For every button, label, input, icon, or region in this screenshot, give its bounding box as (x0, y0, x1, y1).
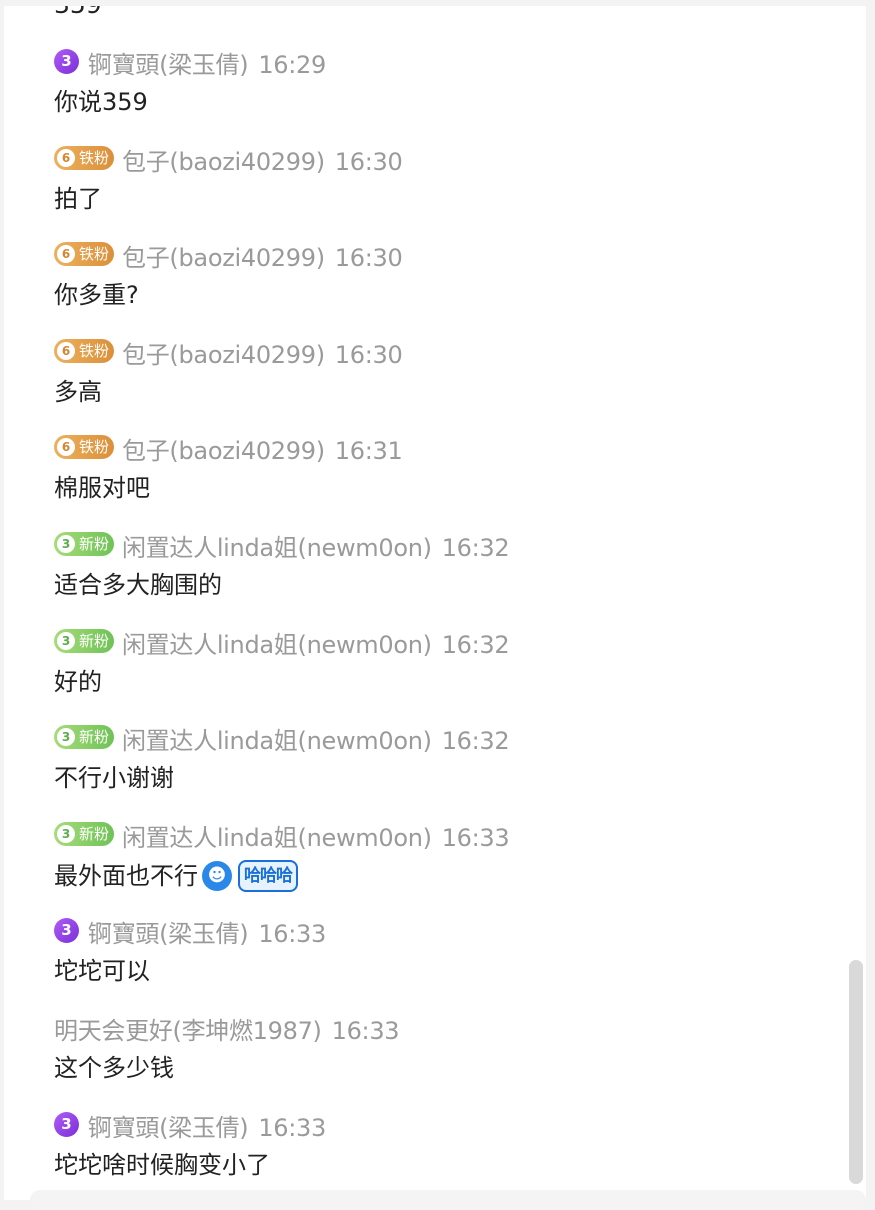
chat-message: 6 铁粉 包子(baozi40299) 16:31 棉服对吧 (54, 435, 403, 503)
fan-level-number: 6 (57, 245, 75, 263)
message-time: 16:32 (441, 631, 510, 659)
message-text: 适合多大胸围的 (54, 571, 222, 599)
message-text: 棉服对吧 (54, 474, 150, 502)
fan-level-number: 6 (57, 438, 75, 456)
message-text: 多高 (54, 378, 102, 406)
fan-level-label: 新粉 (79, 632, 110, 650)
fan-badge-iron: 6 铁粉 (54, 435, 115, 459)
chat-message: 3 新粉 闲置达人linda姐(newm0on) 16:33 最外面也不行 ☻ … (54, 822, 510, 892)
message-time: 16:32 (441, 534, 510, 562)
fan-badge-iron: 6 铁粉 (54, 146, 115, 170)
message-text: 坨坨可以 (54, 957, 150, 985)
sender-name[interactable]: 闲置达人linda姐(newm0on) (122, 823, 432, 853)
fan-level-number: 3 (57, 728, 75, 746)
chat-message: 3 新粉 闲置达人linda姐(newm0on) 16:32 好的 (54, 629, 510, 697)
fan-level-round-icon: 3 (54, 48, 79, 74)
message-text: 你说359 (54, 88, 148, 116)
laughing-crying-emoji-icon: ☻ (202, 861, 232, 891)
fan-level-label: 铁粉 (79, 245, 110, 263)
message-text: 这个多少钱 (54, 1054, 174, 1082)
chat-message: 3 锕寶頭(梁玉倩) 16:33 坨坨可以 (54, 917, 326, 986)
chat-message: 3 新粉 闲置达人linda姐(newm0on) 16:32 适合多大胸围的 (54, 532, 510, 600)
fan-level-label: 新粉 (79, 825, 110, 843)
sender-name[interactable]: 锕寶頭(梁玉倩) (88, 50, 249, 80)
fan-level-label: 新粉 (79, 535, 110, 553)
sender-name[interactable]: 锕寶頭(梁玉倩) (88, 1113, 249, 1143)
fan-level-number: 6 (57, 342, 75, 360)
fan-level-number: 3 (57, 535, 75, 553)
fan-level-round-icon: 3 (54, 917, 79, 943)
sender-name[interactable]: 闲置达人linda姐(newm0on) (122, 630, 432, 660)
chat-message: 3 锕寶頭(梁玉倩) 16:33 坨坨啥时候胸变小了 (54, 1111, 326, 1180)
fan-level-number: 3 (57, 825, 75, 843)
input-bar[interactable] (30, 1190, 866, 1210)
message-time: 16:29 (258, 51, 326, 79)
message-time: 16:32 (441, 727, 510, 755)
sender-name[interactable]: 包子(baozi40299) (122, 147, 325, 177)
message-time: 16:33 (441, 824, 510, 852)
message-time: 16:30 (334, 341, 403, 369)
sender-name[interactable]: 包子(baozi40299) (122, 340, 325, 370)
sender-name[interactable]: 包子(baozi40299) (122, 243, 325, 273)
fan-level-number: 3 (57, 632, 75, 650)
scrollbar-thumb[interactable] (849, 960, 863, 1184)
fan-badge-new: 3 新粉 (54, 532, 115, 556)
sender-name[interactable]: 闲置达人linda姐(newm0on) (122, 533, 432, 563)
message-time: 16:30 (334, 148, 403, 176)
sender-name[interactable]: 明天会更好(李坤燃1987) (54, 1016, 322, 1046)
message-time: 16:31 (334, 437, 403, 465)
fan-badge-iron: 6 铁粉 (54, 339, 115, 363)
fan-badge-new: 3 新粉 (54, 822, 115, 846)
chat-panel: 359 3 锕寶頭(梁玉倩) 16:29 你说359 6 铁粉 包子(baozi… (4, 6, 866, 1200)
chat-message: 6 铁粉 包子(baozi40299) 16:30 你多重? (54, 242, 403, 310)
fan-level-round-icon: 3 (54, 1111, 79, 1137)
message-text-with-stickers: 最外面也不行 ☻ 哈哈哈 (54, 860, 509, 892)
fan-level-label: 新粉 (79, 728, 110, 746)
chat-message: 明天会更好(李坤燃1987) 16:33 这个多少钱 (54, 1016, 400, 1083)
fan-badge-iron: 6 铁粉 (54, 242, 115, 266)
chat-message: 3 新粉 闲置达人linda姐(newm0on) 16:32 不行小谢谢 (54, 725, 510, 793)
message-text: 坨坨啥时候胸变小了 (54, 1151, 270, 1179)
message-time: 16:33 (258, 920, 326, 948)
fan-level-number: 6 (57, 149, 75, 167)
sender-name[interactable]: 闲置达人linda姐(newm0on) (122, 726, 432, 756)
haha-sticker: 哈哈哈 (238, 860, 298, 892)
message-text: 最外面也不行 (54, 862, 198, 890)
message-text: 不行小谢谢 (54, 764, 174, 792)
fan-level-label: 铁粉 (79, 342, 110, 360)
message-text: 拍了 (54, 185, 102, 213)
message-time: 16:33 (258, 1114, 326, 1142)
fan-badge-new: 3 新粉 (54, 629, 115, 653)
chat-message: 6 铁粉 包子(baozi40299) 16:30 拍了 (54, 146, 403, 214)
fan-level-label: 铁粉 (79, 438, 110, 456)
message-time: 16:30 (334, 244, 403, 272)
fan-badge-new: 3 新粉 (54, 725, 115, 749)
chat-message: 6 铁粉 包子(baozi40299) 16:30 多高 (54, 339, 403, 407)
chat-message: 3 锕寶頭(梁玉倩) 16:29 你说359 (54, 48, 326, 117)
message-text: 好的 (54, 668, 102, 696)
sender-name[interactable]: 包子(baozi40299) (122, 436, 325, 466)
sender-name[interactable]: 锕寶頭(梁玉倩) (88, 919, 249, 949)
message-time: 16:33 (331, 1017, 400, 1045)
fan-level-label: 铁粉 (79, 149, 110, 167)
message-text: 你多重? (54, 281, 139, 309)
partial-message-text: 359 (54, 6, 102, 20)
